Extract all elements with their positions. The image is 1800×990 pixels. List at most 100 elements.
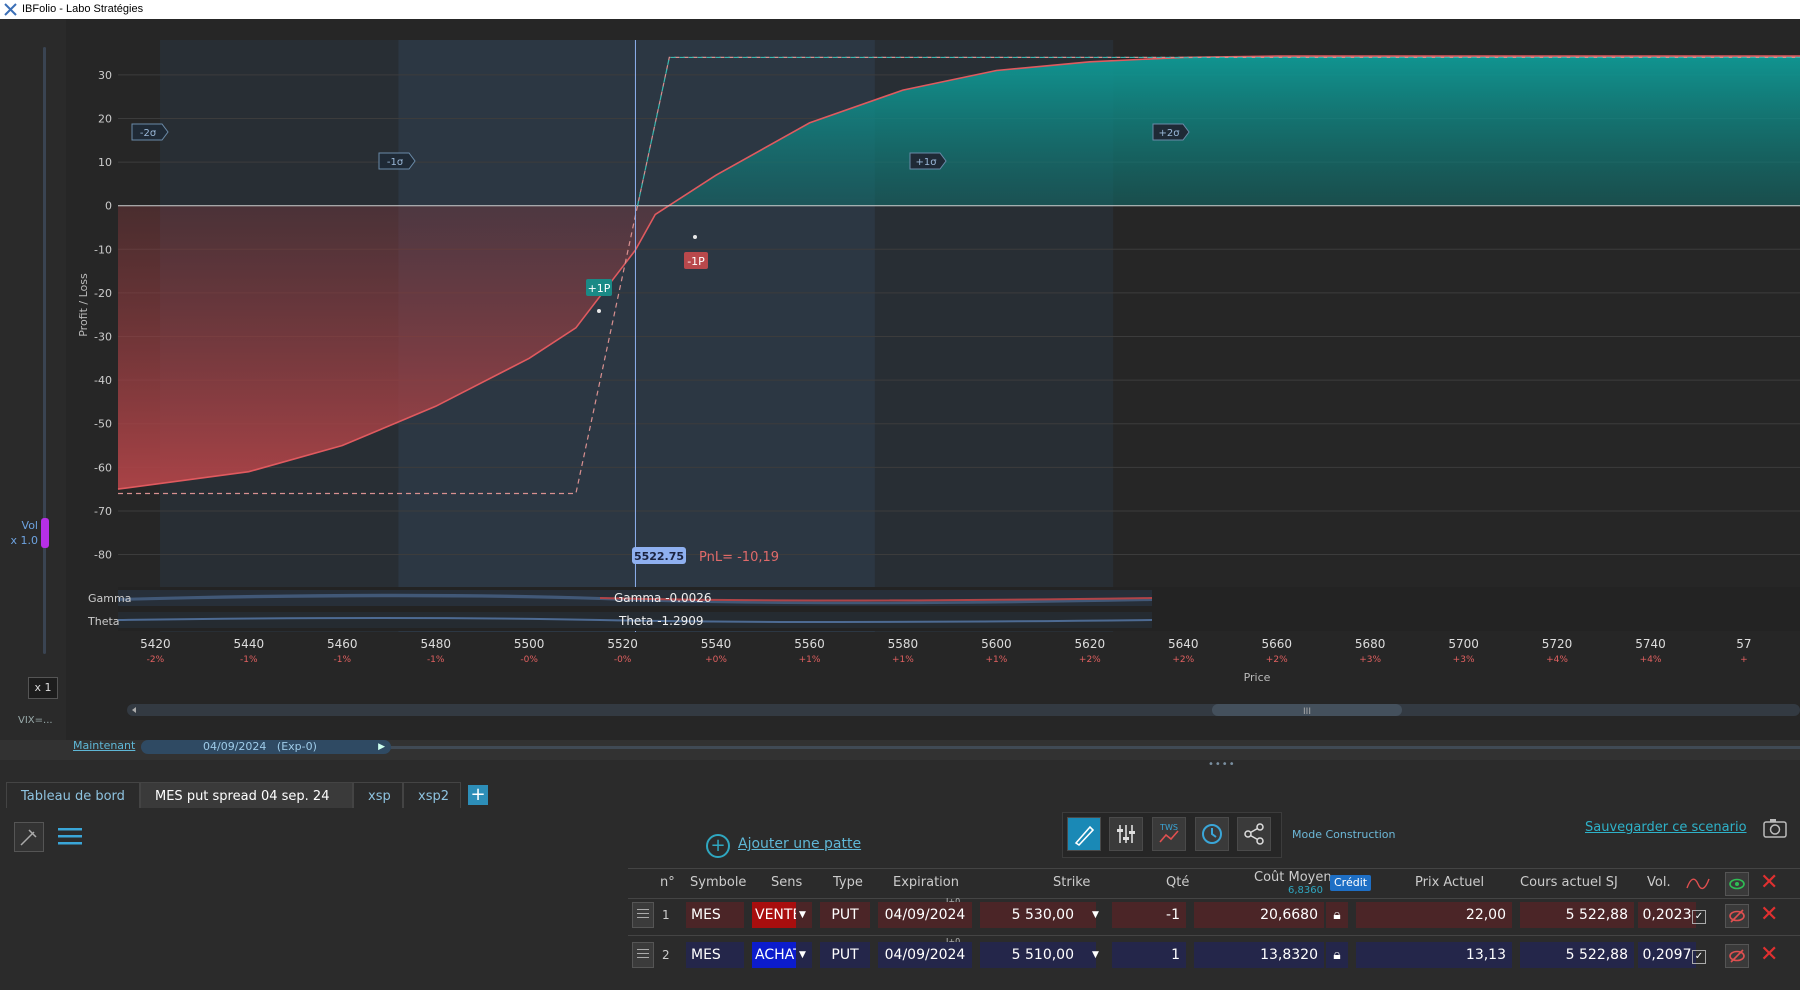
- sigma-tag-label: +1σ: [915, 157, 937, 168]
- type-cell[interactable]: PUT: [820, 902, 870, 928]
- camera-icon[interactable]: [1763, 818, 1787, 838]
- date-slider-track[interactable]: [391, 746, 1800, 749]
- strike-cell[interactable]: 5 510,00: [980, 942, 1096, 968]
- row-handle-icon[interactable]: [632, 902, 654, 928]
- credit-badge: Crédit: [1330, 875, 1372, 891]
- x-tick-label: 5520: [607, 637, 638, 651]
- tab-bar: Tableau de bord MES put spread 04 sep. 2…: [0, 782, 1800, 809]
- sens-dropdown-icon[interactable]: ▼: [796, 902, 812, 928]
- type-cell[interactable]: PUT: [820, 942, 870, 968]
- eye-off-icon: [1729, 909, 1745, 923]
- row-checkbox[interactable]: ✓: [1692, 910, 1706, 924]
- x-tick-pct: +: [1740, 655, 1748, 665]
- y-tick-label: -30: [94, 331, 112, 344]
- gamma-label: Gamma: [88, 592, 131, 605]
- x-tick-pct: +2%: [1266, 655, 1288, 665]
- tab-xsp[interactable]: xsp: [353, 782, 403, 808]
- add-circle-icon: +: [706, 834, 730, 858]
- add-tab-button[interactable]: +: [468, 785, 488, 805]
- lock-icon[interactable]: 🔒︎: [1326, 942, 1348, 968]
- y-tick-label: 0: [105, 200, 112, 213]
- vol-cell[interactable]: 0,2023: [1638, 902, 1696, 928]
- x-axis-ticks: 5420 -2% 5440 -1% 5460 -1% 5480 -1% 5500 -0% 5520 -…: [140, 637, 1751, 665]
- date-slider-date: 04/09/2024: [203, 740, 267, 753]
- date-slider[interactable]: 04/09/2024 (Exp-0) ▶: [141, 740, 391, 754]
- y-axis-ticks: 30 20 10 0 -10 -20 -30 -40 -50 -60 -70 -80: [94, 69, 112, 562]
- construction-mode-button[interactable]: [1067, 817, 1101, 851]
- chart-scrollbar[interactable]: [127, 704, 1800, 716]
- x-tick-pct: +4%: [1546, 655, 1568, 665]
- long-put-marker-label: +1P: [588, 282, 611, 295]
- sens-cell[interactable]: VENTE: [752, 902, 801, 928]
- menu-icon[interactable]: [58, 826, 82, 846]
- delete-all-icon[interactable]: ✕: [1760, 872, 1778, 894]
- row-handle-icon[interactable]: [632, 942, 654, 968]
- share-button[interactable]: [1237, 817, 1271, 851]
- y-tick-label: 30: [98, 69, 112, 82]
- x-tick-label: 5640: [1168, 637, 1199, 651]
- tab-dashboard[interactable]: Tableau de bord: [6, 782, 140, 808]
- legs-table: n° Symbole Sens Type Expiration Strike Q…: [628, 868, 1800, 990]
- x-tick-label: 5600: [981, 637, 1012, 651]
- strike-cell[interactable]: 5 530,00: [980, 902, 1096, 928]
- y-tick-label: 20: [98, 112, 112, 125]
- delete-leg-icon[interactable]: ✕: [1760, 904, 1778, 926]
- x-tick-label: 5500: [514, 637, 545, 651]
- col-header-underlying: Cours actuel SJ: [1520, 875, 1618, 890]
- save-scenario-link[interactable]: Sauvegarder ce scenario: [1585, 820, 1747, 835]
- vol-cell[interactable]: 0,2097: [1638, 942, 1696, 968]
- underlying-cell: 5 522,88: [1520, 942, 1634, 968]
- sens-dropdown-icon[interactable]: ▼: [796, 942, 812, 968]
- adjust-button[interactable]: [1109, 817, 1143, 851]
- splitter-grip-icon[interactable]: ••••: [1208, 759, 1236, 770]
- date-slider-exp: (Exp-0): [276, 740, 317, 753]
- table-row: 1 MES VENTE ▼ PUT J+0 04/09/2024 5 530,0…: [628, 897, 1800, 932]
- tab-mes-put-spread[interactable]: MES put spread 04 sep. 24: [140, 782, 353, 808]
- row-checkbox[interactable]: ✓: [1692, 950, 1706, 964]
- tws-button[interactable]: TWS: [1152, 817, 1186, 851]
- now-link[interactable]: Maintenant: [73, 739, 135, 752]
- tws-icon: TWS: [1159, 823, 1179, 843]
- x-tick-label: 5420: [140, 637, 171, 651]
- hide-leg-button[interactable]: [1725, 904, 1749, 928]
- pin-button[interactable]: [14, 822, 44, 852]
- sigma-tag: -1σ: [378, 152, 416, 170]
- expiration-cell[interactable]: 04/09/2024: [878, 902, 972, 928]
- qty-cell[interactable]: -1: [1112, 902, 1186, 928]
- x-tick-label: 5660: [1261, 637, 1292, 651]
- symbol-cell[interactable]: MES: [686, 902, 744, 928]
- theta-value: Theta -1.2909: [618, 614, 704, 628]
- y-tick-label: -20: [94, 287, 112, 300]
- cost-cell[interactable]: 13,8320: [1194, 942, 1324, 968]
- qty-cell[interactable]: 1: [1112, 942, 1186, 968]
- col-header-n: n°: [660, 875, 675, 890]
- sigma-tag: +1σ: [909, 152, 947, 170]
- scroll-grip-icon: III: [1303, 707, 1311, 717]
- underlying-cell: 5 522,88: [1520, 902, 1634, 928]
- show-all-button[interactable]: [1725, 872, 1749, 896]
- history-icon: [1202, 824, 1222, 844]
- symbol-cell[interactable]: MES: [686, 942, 744, 968]
- cost-cell[interactable]: 20,6680: [1194, 902, 1324, 928]
- x-tick-pct: +1%: [892, 655, 914, 665]
- sens-cell[interactable]: ACHAT: [752, 942, 802, 968]
- history-button[interactable]: [1195, 817, 1229, 851]
- x-tick-pct: +1%: [799, 655, 821, 665]
- col-header-price: Prix Actuel: [1415, 875, 1485, 890]
- add-leg-button[interactable]: + Ajouter une patte: [706, 834, 861, 858]
- row-number: 2: [662, 948, 670, 962]
- play-icon[interactable]: ▶: [378, 740, 385, 754]
- strategy-toolbar: TWS: [1062, 812, 1282, 858]
- strike-dropdown-icon[interactable]: ▼: [1092, 942, 1104, 968]
- cursor-price-value: 5522.75: [634, 550, 684, 563]
- strike-dropdown-icon[interactable]: ▼: [1092, 902, 1104, 928]
- x-tick-pct: -1%: [334, 655, 352, 665]
- tab-xsp2[interactable]: xsp2: [403, 782, 461, 808]
- chart-toggle-icon[interactable]: [1686, 875, 1710, 891]
- delete-leg-icon[interactable]: ✕: [1760, 944, 1778, 966]
- x-tick-label: 5440: [234, 637, 265, 651]
- sigma-tag-label: +2σ: [1158, 128, 1180, 139]
- expiration-cell[interactable]: 04/09/2024: [878, 942, 972, 968]
- lock-icon[interactable]: 🔒︎: [1326, 902, 1348, 928]
- hide-leg-button[interactable]: [1725, 944, 1749, 968]
